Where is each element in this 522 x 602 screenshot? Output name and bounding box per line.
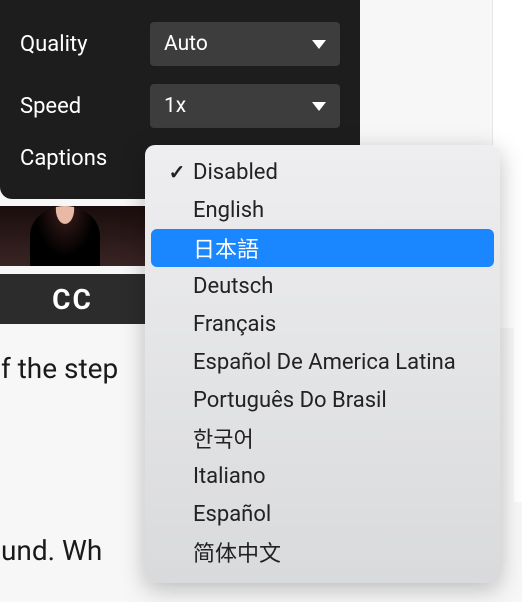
caption-option-label: Disabled [193, 160, 278, 185]
caption-option[interactable]: 简体中文 [151, 533, 494, 571]
quality-label: Quality [20, 32, 88, 57]
cc-badge-text: CC [52, 283, 93, 316]
caption-option-label: Español [193, 502, 271, 527]
caption-option-label: English [193, 198, 264, 223]
quality-value: Auto [164, 32, 208, 56]
caption-option-label: 日本語 [193, 232, 259, 264]
speed-value: 1x [164, 94, 186, 118]
cc-badge-bar: CC [0, 270, 145, 324]
caption-option[interactable]: 한국어 [151, 419, 494, 457]
caption-option[interactable]: Français [151, 305, 494, 343]
caption-option[interactable]: Italiano [151, 457, 494, 495]
video-person-silhouette [30, 206, 100, 266]
chevron-down-icon [312, 40, 326, 49]
captions-label: Captions [20, 146, 107, 171]
caption-option[interactable]: 日本語 [151, 229, 494, 267]
quality-row: Quality Auto [20, 22, 340, 66]
caption-option-label: Deutsch [193, 274, 273, 299]
page-body-text-fragment-2: ound. Wh [0, 534, 102, 567]
video-thumbnail [0, 206, 145, 266]
speed-row: Speed 1x [20, 84, 340, 128]
chevron-down-icon [312, 102, 326, 111]
right-sidebar-stub-2 [514, 182, 522, 502]
caption-option-label: 한국어 [193, 422, 254, 454]
speed-label: Speed [20, 94, 81, 119]
check-icon: ✓ [169, 160, 186, 184]
caption-option[interactable]: Español [151, 495, 494, 533]
caption-option-label: 简体中文 [193, 536, 281, 568]
quality-dropdown[interactable]: Auto [150, 22, 340, 66]
caption-option-label: Português Do Brasil [193, 388, 387, 413]
caption-option[interactable]: English [151, 191, 494, 229]
caption-option[interactable]: Deutsch [151, 267, 494, 305]
captions-language-menu: ✓ Disabled English 日本語 Deutsch Français Españo… [145, 145, 500, 583]
caption-option-label: Español De America Latina [193, 350, 456, 375]
caption-option[interactable]: Português Do Brasil [151, 381, 494, 419]
page-body-text-fragment-1: of the step [0, 352, 118, 385]
speed-dropdown[interactable]: 1x [150, 84, 340, 128]
caption-option-label: Français [193, 312, 276, 337]
caption-option[interactable]: ✓ Disabled [151, 153, 494, 191]
check-column: ✓ [167, 160, 187, 184]
caption-option[interactable]: Español De America Latina [151, 343, 494, 381]
caption-option-label: Italiano [193, 464, 266, 489]
